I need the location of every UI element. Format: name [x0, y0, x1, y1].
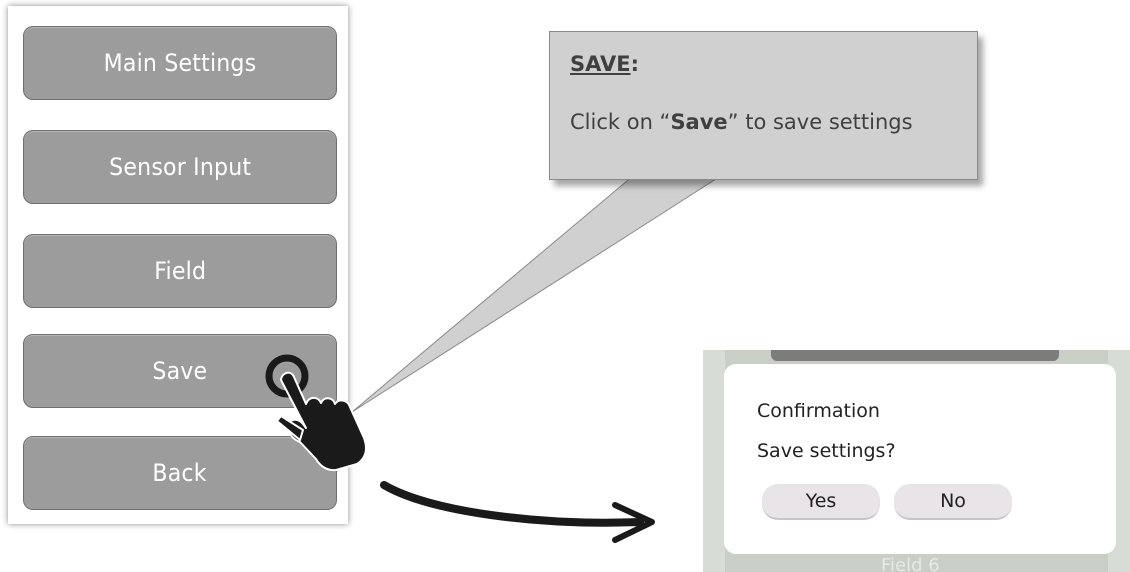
no-button[interactable]: No — [894, 484, 1012, 520]
yes-button[interactable]: Yes — [762, 484, 880, 520]
dialog-background — [703, 350, 725, 572]
background-field-label: Field 6 — [881, 555, 940, 572]
callout-box: SAVE: Click on “Save” to save settings — [549, 31, 978, 180]
save-button[interactable]: Save — [23, 334, 337, 408]
dialog-top-bar — [771, 350, 1059, 361]
confirmation-dialog: Confirmation Save settings? Yes No — [724, 364, 1116, 554]
sensor-input-button[interactable]: Sensor Input — [23, 130, 337, 204]
dialog-message: Save settings? — [757, 440, 896, 462]
field-button[interactable]: Field — [23, 234, 337, 308]
callout-title: SAVE: — [570, 52, 639, 76]
dialog-title: Confirmation — [757, 400, 880, 422]
back-button[interactable]: Back — [23, 436, 337, 510]
menu-panel: Main Settings Sensor Input Field Save Ba… — [8, 6, 348, 524]
dialog-frame: Confirmation Save settings? Yes No Field… — [703, 350, 1130, 572]
main-settings-button[interactable]: Main Settings — [23, 26, 337, 100]
callout-text: Click on “Save” to save settings — [570, 110, 913, 134]
